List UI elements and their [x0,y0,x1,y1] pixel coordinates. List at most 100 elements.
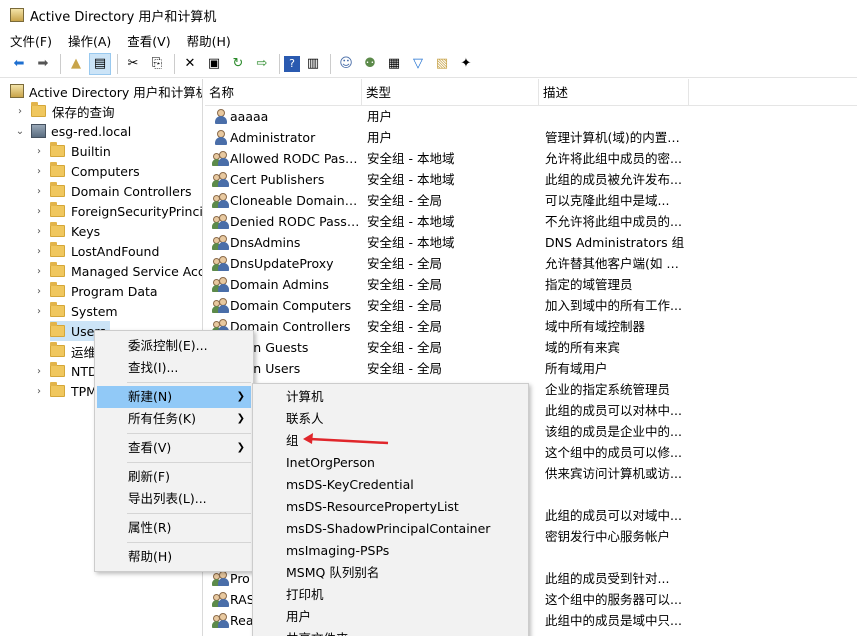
chevron-right-icon[interactable]: › [33,186,45,197]
table-row[interactable]: Administrator 用户 管理计算机(域)的内置帐... [205,127,857,148]
table-row[interactable]: Denied RODC Passw... 安全组 - 本地域 不允许将此组中成员的.… [205,211,857,232]
new-group-icon[interactable]: ⚉ [359,53,381,75]
table-row[interactable]: Cert Publishers 安全组 - 本地域 此组的成员被允许发布... [205,169,857,190]
chevron-right-icon[interactable]: › [33,266,45,277]
submenu-item[interactable]: msDS-ShadowPrincipalContainer [255,518,526,540]
chevron-right-icon[interactable]: › [33,306,45,317]
menu-item-help[interactable]: 帮助(H) [97,546,251,568]
forward-arrow-icon[interactable]: ➡ [32,53,54,75]
table-row[interactable]: aaaaa 用户 [205,106,857,127]
submenu-item[interactable]: msDS-ResourcePropertyList [255,496,526,518]
menu-item-new[interactable]: 新建(N) ❯ [97,386,251,408]
table-row[interactable]: Allowed RODC Pass... 安全组 - 本地域 允许将此组中成员的密.… [205,148,857,169]
menu-item-all-tasks[interactable]: 所有任务(K) ❯ [97,408,251,430]
table-cell-description: 允许替其他客户端(如 D... [545,256,685,271]
add-to-group-icon[interactable]: ✦ [455,53,477,75]
chevron-right-icon[interactable]: › [33,166,45,177]
chevron-right-icon[interactable]: › [33,206,45,217]
submenu-item[interactable]: 联系人 [255,408,526,430]
cut-icon[interactable]: ✂ [122,53,144,75]
table-row[interactable]: main Guests 安全组 - 全局 域的所有来宾 [205,337,857,358]
tree-item-label: Managed Service Acco [71,263,203,279]
new-user-icon[interactable]: ☺ [335,53,357,75]
chevron-right-icon[interactable]: › [14,106,26,117]
tree-item-label: 保存的查询 [52,104,115,120]
menu-item-delegate-control[interactable]: 委派控制(E)... [97,335,251,357]
submenu-item[interactable]: 打印机 [255,584,526,606]
submenu-item[interactable]: msImaging-PSPs [255,540,526,562]
table-row[interactable]: DnsAdmins 安全组 - 本地域 DNS Administrators 组 [205,232,857,253]
menu-item-properties[interactable]: 属性(R) [97,517,251,539]
table-cell-type: 用户 [367,109,393,124]
tree-item-builtin[interactable]: › Builtin [33,141,111,161]
submenu-item[interactable]: 计算机 [255,386,526,408]
table-row[interactable]: DnsUpdateProxy 安全组 - 全局 允许替其他客户端(如 D... [205,253,857,274]
refresh-icon[interactable]: ↻ [227,53,249,75]
table-row[interactable]: Cloneable Domain C... 安全组 - 全局 可以克隆此组中是域..… [205,190,857,211]
chevron-right-icon[interactable]: › [33,246,45,257]
tree-item-managed-service-accounts[interactable]: › Managed Service Acco [33,261,203,281]
column-header-description[interactable]: 描述 [539,79,689,106]
back-arrow-icon[interactable]: ⬅ [8,53,30,75]
tree-item-label: Domain Controllers [71,183,192,199]
show-tree-icon[interactable]: ▤ [89,52,111,75]
filter-icon[interactable]: ▽ [407,53,429,75]
column-header-type[interactable]: 类型 [362,79,539,106]
menu-item-export-list[interactable]: 导出列表(L)... [97,488,251,510]
menu-help[interactable]: 帮助(H) [187,31,231,50]
table-cell-description [545,106,685,127]
tree-item-keys[interactable]: › Keys [33,221,100,241]
submenu-item[interactable]: MSMQ 队列别名 [255,562,526,584]
chevron-right-icon[interactable]: › [33,386,45,397]
group-icon [212,193,229,208]
table-row[interactable]: main Users 安全组 - 全局 所有域用户 [205,358,857,379]
table-cell-type: 安全组 - 本地域 [367,172,455,187]
tree-item-domain-controllers[interactable]: › Domain Controllers [33,181,191,201]
menu-view[interactable]: 查看(V) [127,31,170,50]
tree-item-foreign-security-principals[interactable]: › ForeignSecurityPrincipa [33,201,203,221]
tree-item-domain[interactable]: ⌄ esg-red.local [14,121,131,141]
tree-item-system[interactable]: › System [33,301,118,321]
table-row[interactable]: Domain Computers 安全组 - 全局 加入到域中的所有工作... [205,295,857,316]
group-icon [212,592,229,607]
tree-item-label: ForeignSecurityPrincipa [71,203,203,219]
menu-item-refresh[interactable]: 刷新(F) [97,466,251,488]
console-icon[interactable]: ▥ [302,53,324,75]
find-icon[interactable]: ▧ [431,53,453,75]
copy-icon[interactable]: ⎘ [146,53,168,75]
chevron-right-icon[interactable]: › [33,146,45,157]
table-cell-type: 安全组 - 全局 [367,277,442,292]
submenu-item[interactable]: 用户 [255,606,526,628]
tree-item-lost-and-found[interactable]: › LostAndFound [33,241,159,261]
menu-action[interactable]: 操作(A) [68,31,111,50]
new-ou-icon[interactable]: ▦ [383,53,405,75]
menu-item-view[interactable]: 查看(V) ❯ [97,437,251,459]
submenu-item[interactable]: InetOrgPerson [255,452,526,474]
column-header-name[interactable]: 名称 [205,79,362,106]
menu-item-find[interactable]: 查找(I)... [97,357,251,379]
chevron-right-icon[interactable]: › [33,226,45,237]
folder-icon [50,242,65,257]
chevron-right-icon[interactable]: › [33,366,45,377]
tree-item-tpm-devices[interactable]: › TPM [33,381,97,401]
delete-icon[interactable]: ✕ [179,53,201,75]
menu-file[interactable]: 文件(F) [10,31,52,50]
submenu-item[interactable]: msDS-KeyCredential [255,474,526,496]
table-cell-type: 安全组 - 本地域 [367,214,455,229]
tree-item-computers[interactable]: › Computers [33,161,140,181]
submenu-item[interactable]: 共享文件夹 [255,628,526,636]
up-folder-icon[interactable]: ▲ [65,53,87,75]
table-cell-description: 允许将此组中成员的密... [545,151,682,166]
chevron-down-icon[interactable]: ⌄ [14,126,26,137]
help-icon[interactable]: ? [284,55,300,72]
tree-item-saved-queries[interactable]: › 保存的查询 [14,101,115,121]
tree-item-program-data[interactable]: › Program Data [33,281,158,301]
tree-item-ntds-quotas[interactable]: › NTD [33,361,98,381]
table-row[interactable]: Domain Admins 安全组 - 全局 指定的域管理员 [205,274,857,295]
chevron-right-icon[interactable]: › [33,286,45,297]
tree-root[interactable]: Active Directory 用户和计算机 [10,81,202,101]
export-icon[interactable]: ⇨ [251,53,273,75]
properties-icon[interactable]: ▣ [203,53,225,75]
table-row[interactable]: Domain Controllers 安全组 - 全局 域中所有域控制器 [205,316,857,337]
tree-item-ops[interactable]: 运维 [50,341,96,361]
